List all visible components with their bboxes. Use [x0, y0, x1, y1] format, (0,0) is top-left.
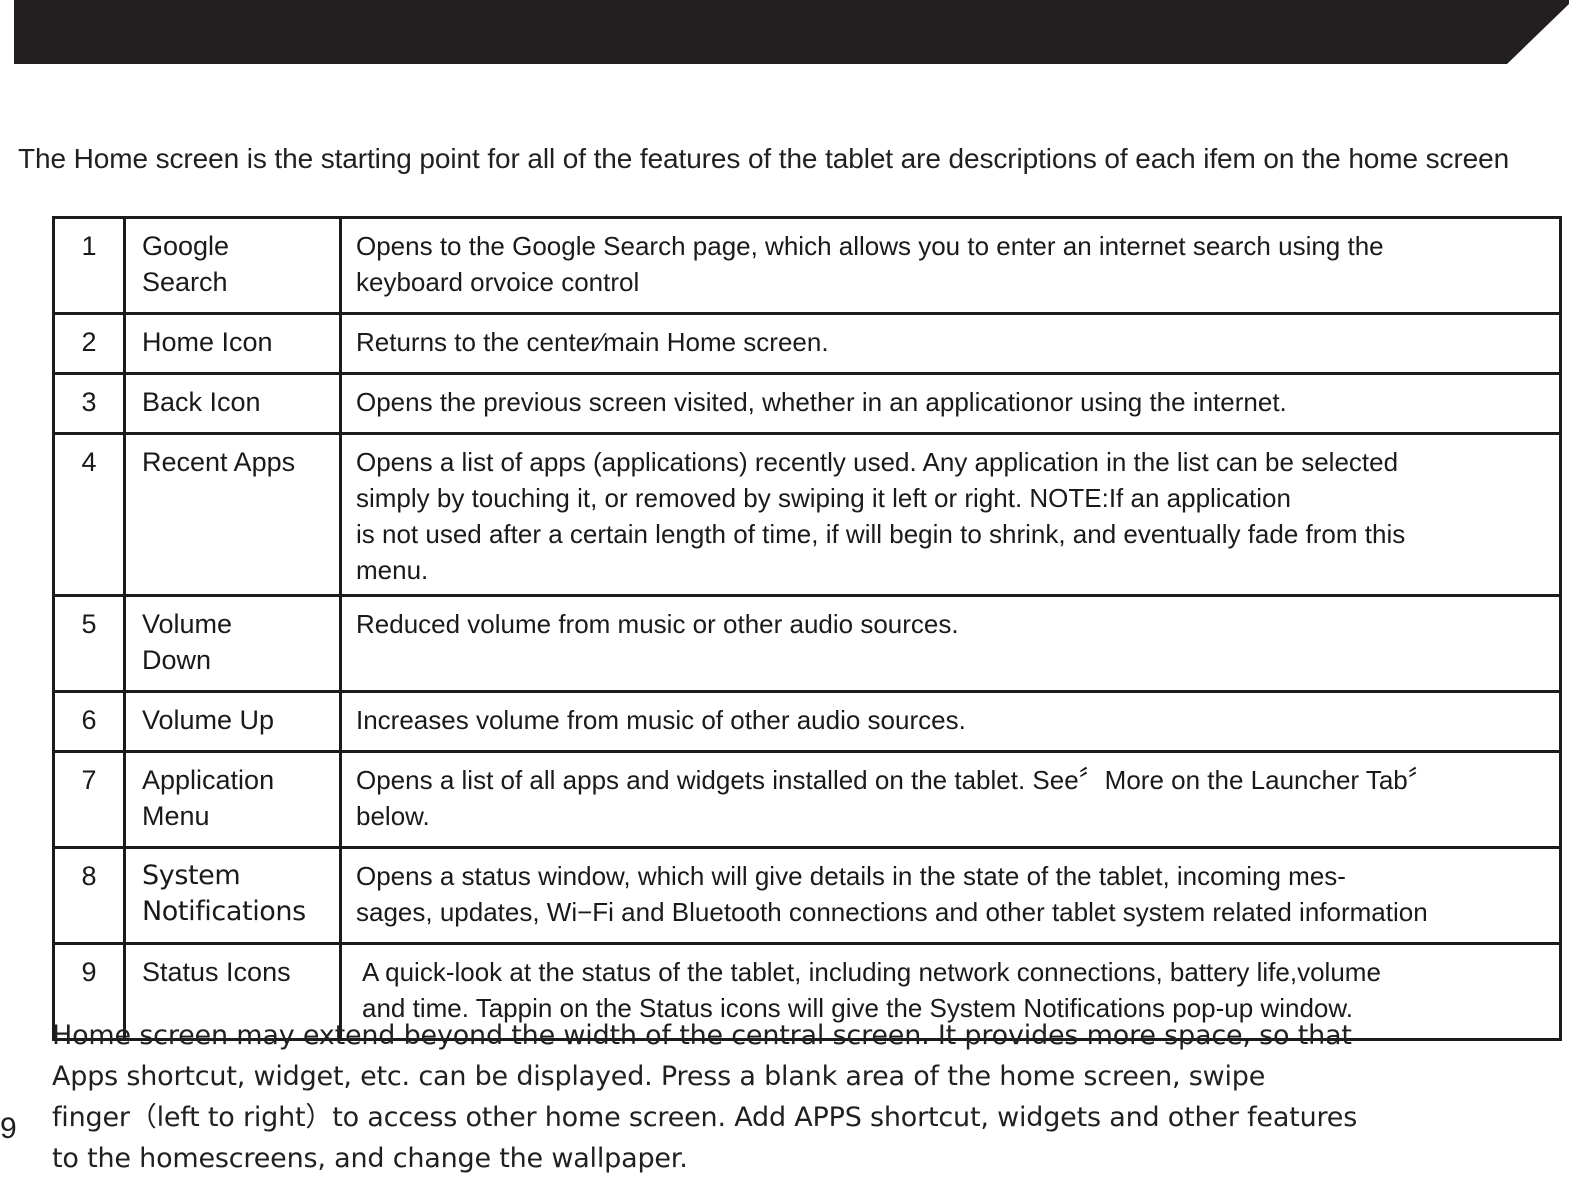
feature-name: Recent Apps: [123, 432, 342, 597]
table-row: 4 Recent Apps Opens a list of apps (appl…: [52, 432, 1562, 597]
page-number: 9: [0, 1112, 17, 1145]
feature-description: Opens a status window, which will give d…: [339, 846, 1562, 945]
intro-paragraph: The Home screen is the starting point fo…: [18, 143, 1510, 174]
feature-description: Opens a list of apps (applications) rece…: [339, 432, 1562, 597]
table-row: 6 Volume Up Increases volume from music …: [52, 690, 1562, 753]
row-number: 6: [52, 690, 126, 753]
feature-description: Opens the previous screen visited, wheth…: [339, 372, 1562, 435]
table-row: 1 Google Search Opens to the Google Sear…: [52, 216, 1562, 315]
feature-name: Application Menu: [123, 750, 342, 849]
feature-name: Volume Down: [123, 594, 342, 693]
feature-description: Opens a list of all apps and widgets ins…: [339, 750, 1562, 849]
table-row: 5 Volume Down Reduced volume from music …: [52, 594, 1562, 693]
row-number: 8: [52, 846, 126, 945]
row-number: 7: [52, 750, 126, 849]
feature-name: Google Search: [123, 216, 342, 315]
closing-paragraph: Home screen may extend beyond the width …: [52, 1020, 1358, 1174]
feature-description: Opens to the Google Search page, which a…: [339, 216, 1562, 315]
feature-name: Home Icon: [123, 312, 342, 375]
decorative-header-banner: [14, 0, 1569, 64]
table-row: 2 Home Icon Returns to the center∕main H…: [52, 312, 1562, 375]
feature-name: Back Icon: [123, 372, 342, 435]
table-row: 8 System Notifications Opens a status wi…: [52, 846, 1562, 945]
table-row: 3 Back Icon Opens the previous screen vi…: [52, 372, 1562, 435]
feature-description: Increases volume from music of other aud…: [339, 690, 1562, 753]
row-number: 3: [52, 372, 126, 435]
feature-name: System Notifications: [123, 846, 342, 945]
home-screen-feature-table: 1 Google Search Opens to the Google Sear…: [52, 216, 1562, 1041]
feature-description: Reduced volume from music or other audio…: [339, 594, 1562, 693]
row-number: 2: [52, 312, 126, 375]
row-number: 1: [52, 216, 126, 315]
row-number: 5: [52, 594, 126, 693]
feature-name: Volume Up: [123, 690, 342, 753]
table-row: 7 Application Menu Opens a list of all a…: [52, 750, 1562, 849]
row-number: 4: [52, 432, 126, 597]
feature-description: Returns to the center∕main Home screen.: [339, 312, 1562, 375]
